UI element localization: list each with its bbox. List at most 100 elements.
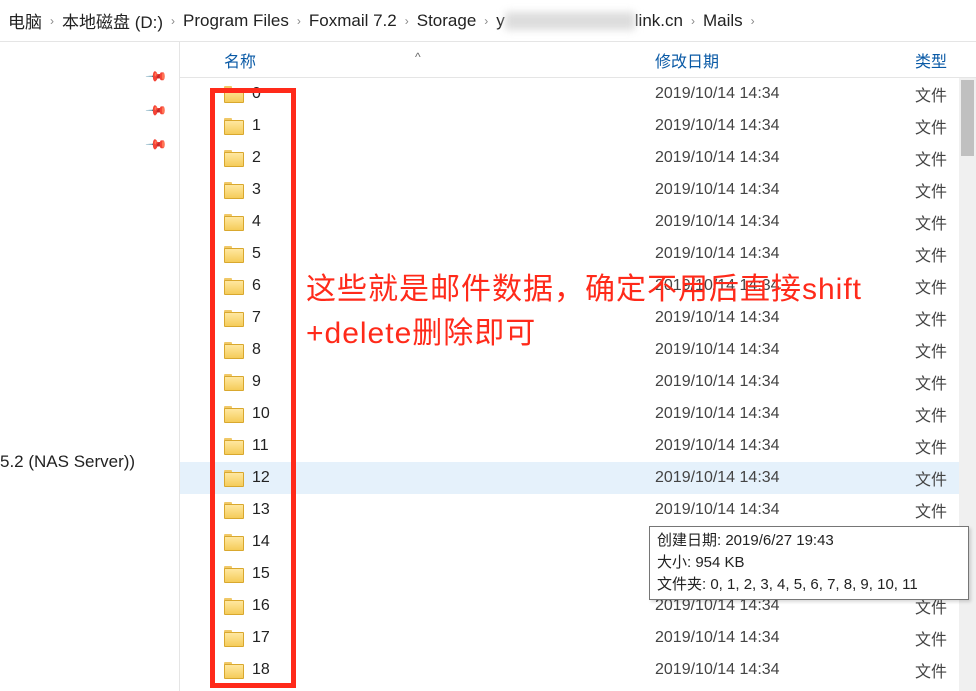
folder-name: 11 — [252, 437, 269, 455]
row-name-cell[interactable]: 6 — [220, 277, 655, 295]
crumb-item[interactable]: 本地磁盘 (D:) — [54, 8, 171, 33]
row-name-cell[interactable]: 14 — [220, 533, 655, 551]
row-date-cell: 2019/10/14 14:34 — [655, 341, 915, 359]
row-date-cell: 2019/10/14 14:34 — [655, 149, 915, 167]
row-name-cell[interactable]: 16 — [220, 597, 655, 615]
row-date-cell: 2019/10/14 14:34 — [655, 661, 915, 679]
row-name-cell[interactable]: 1 — [220, 117, 655, 135]
crumb-item[interactable]: Program Files — [175, 11, 297, 31]
column-name[interactable]: 名称 ^ — [220, 48, 655, 72]
row-name-cell[interactable]: 17 — [220, 629, 655, 647]
row-name-cell[interactable]: 8 — [220, 341, 655, 359]
pin-icon: 📌 — [144, 132, 168, 156]
row-date-cell: 2019/10/14 14:34 — [655, 309, 915, 327]
breadcrumb[interactable]: 电脑 › 本地磁盘 (D:) › Program Files › Foxmail… — [0, 0, 976, 42]
row-date-cell: 2019/10/14 14:34 — [655, 405, 915, 423]
folder-name: 14 — [252, 533, 270, 551]
folder-name: 8 — [252, 341, 261, 359]
column-modified[interactable]: 修改日期 — [655, 48, 915, 72]
row-name-cell[interactable]: 5 — [220, 245, 655, 263]
row-date-cell: 2019/10/14 14:34 — [655, 629, 915, 647]
scroll-thumb[interactable] — [961, 80, 974, 156]
pin-icon: 📌 — [144, 64, 168, 88]
row-name-cell[interactable]: 9 — [220, 373, 655, 391]
folder-name: 13 — [252, 501, 270, 519]
row-name-cell[interactable]: 7 — [220, 309, 655, 327]
crumb-item[interactable]: Foxmail 7.2 — [301, 11, 405, 31]
folder-row[interactable]: 82019/10/14 14:34文件 — [180, 334, 976, 366]
folder-tooltip: 创建日期: 2019/6/27 19:43 大小: 954 KB 文件夹: 0,… — [649, 526, 969, 600]
row-date-cell: 2019/10/14 14:34 — [655, 277, 915, 295]
row-date-cell: 2019/10/14 14:34 — [655, 501, 915, 519]
quick-access-sidebar: 📌 📌 📌 5.2 (NAS Server)) — [0, 42, 180, 691]
folder-name: 9 — [252, 373, 261, 391]
folder-row[interactable]: 32019/10/14 14:34文件 — [180, 174, 976, 206]
row-name-cell[interactable]: 13 — [220, 501, 655, 519]
folder-row[interactable]: 22019/10/14 14:34文件 — [180, 142, 976, 174]
folder-name: 10 — [252, 405, 270, 423]
folder-icon — [224, 662, 244, 678]
folder-icon — [224, 246, 244, 262]
row-name-cell[interactable]: 18 — [220, 661, 655, 679]
folder-icon — [224, 470, 244, 486]
folder-icon — [224, 438, 244, 454]
folder-row[interactable]: 122019/10/14 14:34文件 — [180, 462, 976, 494]
folder-row[interactable]: 72019/10/14 14:34文件 — [180, 302, 976, 334]
crumb-item[interactable]: Storage — [409, 11, 485, 31]
crumb-item-obfuscated[interactable]: ylink.cn — [488, 11, 691, 31]
folder-row[interactable]: 102019/10/14 14:34文件 — [180, 398, 976, 430]
row-date-cell: 2019/10/14 14:34 — [655, 437, 915, 455]
pin-icon: 📌 — [144, 98, 168, 122]
folder-name: 17 — [252, 629, 270, 647]
folder-row[interactable]: 182019/10/14 14:34文件 — [180, 654, 976, 686]
row-date-cell: 2019/10/14 14:34 — [655, 469, 915, 487]
folder-name: 6 — [252, 277, 261, 295]
row-name-cell[interactable]: 12 — [220, 469, 655, 487]
folder-name: 3 — [252, 181, 261, 199]
folder-icon — [224, 150, 244, 166]
folder-row[interactable]: 62019/10/14 14:34文件 — [180, 270, 976, 302]
row-name-cell[interactable]: 0 — [220, 85, 655, 103]
column-headers: 名称 ^ 修改日期 类型 — [180, 42, 976, 78]
folder-name: 7 — [252, 309, 261, 327]
folder-icon — [224, 310, 244, 326]
sort-asc-icon: ^ — [415, 50, 421, 64]
tooltip-contents: 文件夹: 0, 1, 2, 3, 4, 5, 6, 7, 8, 9, 10, 1… — [657, 574, 961, 596]
folder-icon — [224, 502, 244, 518]
folder-icon — [224, 566, 244, 582]
folder-row[interactable]: 52019/10/14 14:34文件 — [180, 238, 976, 270]
row-name-cell[interactable]: 3 — [220, 181, 655, 199]
folder-name: 4 — [252, 213, 261, 231]
nas-server-label[interactable]: 5.2 (NAS Server)) — [0, 452, 135, 472]
row-name-cell[interactable]: 2 — [220, 149, 655, 167]
folder-icon — [224, 630, 244, 646]
folder-icon — [224, 342, 244, 358]
row-name-cell[interactable]: 4 — [220, 213, 655, 231]
row-name-cell[interactable]: 11 — [220, 437, 655, 455]
folder-icon — [224, 598, 244, 614]
folder-row[interactable]: 172019/10/14 14:34文件 — [180, 622, 976, 654]
folder-row[interactable]: 12019/10/14 14:34文件 — [180, 110, 976, 142]
folder-icon — [224, 278, 244, 294]
folder-row[interactable]: 42019/10/14 14:34文件 — [180, 206, 976, 238]
tooltip-created: 创建日期: 2019/6/27 19:43 — [657, 530, 961, 552]
crumb-item[interactable]: 电脑 — [0, 8, 50, 33]
folder-row[interactable]: 92019/10/14 14:34文件 — [180, 366, 976, 398]
folder-row[interactable]: 112019/10/14 14:34文件 — [180, 430, 976, 462]
row-name-cell[interactable]: 10 — [220, 405, 655, 423]
folder-name: 12 — [252, 469, 270, 487]
crumb-item[interactable]: Mails — [695, 11, 751, 31]
column-type[interactable]: 类型 — [915, 48, 976, 72]
row-name-cell[interactable]: 15 — [220, 565, 655, 583]
folder-name: 2 — [252, 149, 261, 167]
folder-icon — [224, 118, 244, 134]
row-date-cell: 2019/10/14 14:34 — [655, 181, 915, 199]
folder-icon — [224, 86, 244, 102]
folder-icon — [224, 534, 244, 550]
folder-icon — [224, 182, 244, 198]
row-date-cell: 2019/10/14 14:34 — [655, 373, 915, 391]
chevron-right-icon[interactable]: › — [751, 14, 755, 28]
folder-icon — [224, 374, 244, 390]
folder-row[interactable]: 132019/10/14 14:34文件 — [180, 494, 976, 526]
folder-row[interactable]: 02019/10/14 14:34文件 — [180, 78, 976, 110]
